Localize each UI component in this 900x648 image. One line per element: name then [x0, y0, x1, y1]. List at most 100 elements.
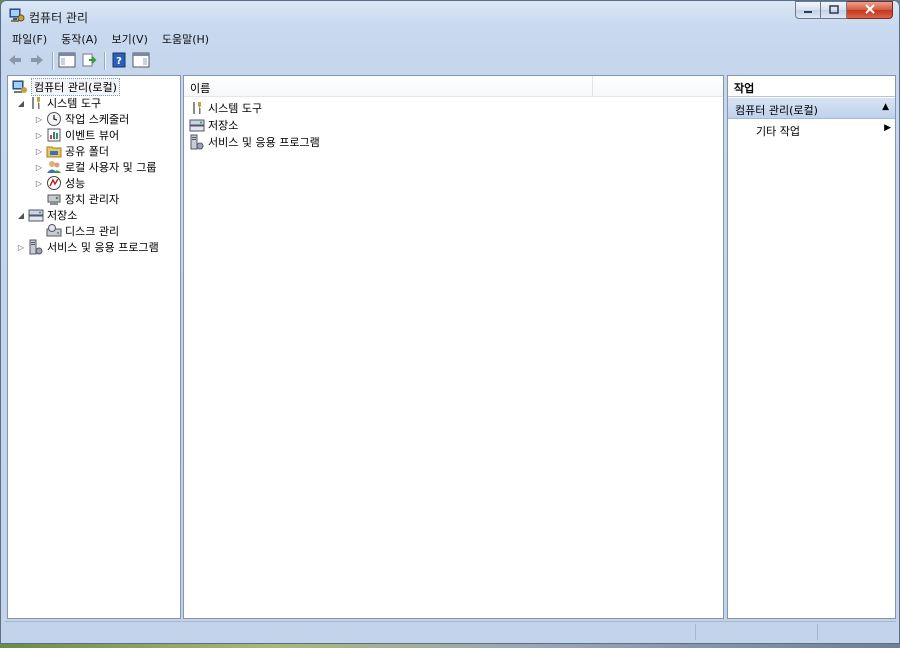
- disk-management-icon: [46, 223, 62, 239]
- tree-item-local-users[interactable]: ▷ 로컬 사용자 및 그룹: [34, 159, 156, 175]
- export-list-icon: [81, 52, 97, 71]
- action-pane-title: 작업: [734, 82, 755, 95]
- help-icon: ?: [112, 52, 126, 71]
- tree-item-task-scheduler[interactable]: ▷ 작업 스케줄러: [34, 111, 129, 127]
- show-hide-action-pane-icon: [132, 52, 150, 71]
- maximize-icon: [828, 4, 839, 17]
- collapsed-triangle-icon[interactable]: ▷: [16, 242, 26, 252]
- collapsed-triangle-icon[interactable]: ▷: [34, 130, 44, 140]
- menu-help[interactable]: 도움말(H): [155, 29, 216, 49]
- collapsed-triangle-icon[interactable]: ▷: [34, 162, 44, 172]
- toolbar: ?: [5, 49, 895, 73]
- status-segment: [695, 624, 816, 640]
- expanded-triangle-icon[interactable]: ◢: [16, 98, 26, 108]
- menu-bar: 파일(F) 동작(A) 보기(V) 도움말(H): [5, 29, 216, 49]
- back-button[interactable]: [5, 51, 25, 71]
- system-tools-icon: [28, 95, 44, 111]
- expanded-triangle-icon[interactable]: ◢: [16, 210, 26, 220]
- action-group-label: 컴퓨터 관리(로컬): [735, 104, 818, 117]
- submenu-arrow-icon: ▶: [884, 123, 891, 133]
- collapse-up-icon[interactable]: ▲: [882, 102, 889, 112]
- toolbar-separator: [52, 52, 54, 70]
- content-area: 컴퓨터 관리(로컬) ◢ 시스템 도구 ▷ 작업 스케줄러 ▷ 이벤트 뷰어 ▷: [7, 75, 896, 619]
- show-hide-console-tree-icon: [58, 52, 76, 71]
- action-group-computer-management[interactable]: 컴퓨터 관리(로컬) ▲: [728, 98, 895, 119]
- tree-label-local-users: 로컬 사용자 및 그룹: [65, 161, 157, 174]
- tree-label-storage: 저장소: [47, 209, 78, 222]
- close-icon: [864, 3, 876, 17]
- column-header-name[interactable]: 이름: [190, 80, 210, 96]
- list-item-label: 저장소: [208, 119, 239, 132]
- title-bar[interactable]: 컴퓨터 관리: [1, 1, 899, 29]
- action-item-label: 기타 작업: [756, 125, 800, 138]
- export-list-button[interactable]: [79, 51, 99, 71]
- column-divider[interactable]: [592, 76, 593, 96]
- tree-label-services-apps: 서비스 및 응용 프로그램: [47, 241, 159, 254]
- tree-item-storage[interactable]: ◢ 저장소: [16, 207, 77, 223]
- storage-icon: [189, 117, 205, 133]
- collapsed-triangle-icon[interactable]: ▷: [34, 146, 44, 156]
- tree-item-performance[interactable]: ▷ 성능: [34, 175, 85, 191]
- tree-item-system-tools[interactable]: ◢ 시스템 도구: [16, 95, 101, 111]
- action-pane: 작업 컴퓨터 관리(로컬) ▲ 기타 작업 ▶: [727, 75, 896, 619]
- performance-icon: [46, 175, 62, 191]
- caption-buttons: [795, 1, 893, 21]
- tree-label-root: 컴퓨터 관리(로컬): [31, 78, 120, 96]
- device-manager-icon: [46, 191, 62, 207]
- tree-item-device-manager[interactable]: 장치 관리자: [46, 191, 119, 207]
- maximize-button[interactable]: [821, 1, 847, 19]
- storage-icon: [28, 207, 44, 223]
- clock-icon: [46, 111, 62, 127]
- list-item-label: 시스템 도구: [208, 102, 263, 115]
- services-apps-icon: [28, 239, 44, 255]
- results-list: 이름 시스템 도구 저장소 서비스 및 응용 프로그램: [183, 75, 724, 619]
- tree-item-root[interactable]: 컴퓨터 관리(로컬): [12, 78, 120, 96]
- tree-item-services-apps[interactable]: ▷ 서비스 및 응용 프로그램: [16, 239, 159, 255]
- list-item[interactable]: 저장소: [189, 117, 238, 133]
- forward-button[interactable]: [27, 51, 47, 71]
- list-header: 이름: [184, 76, 723, 97]
- menu-view[interactable]: 보기(V): [105, 29, 155, 49]
- tree-item-event-viewer[interactable]: ▷ 이벤트 뷰어: [34, 127, 119, 143]
- tree-label-performance: 성능: [65, 177, 86, 190]
- window-title: 컴퓨터 관리: [29, 11, 89, 25]
- tree-label-shared-folders: 공유 폴더: [65, 145, 109, 158]
- status-bar: [5, 621, 896, 642]
- forward-arrow-icon: [29, 53, 45, 70]
- svg-text:?: ?: [116, 56, 122, 67]
- tree-label-system-tools: 시스템 도구: [47, 97, 102, 110]
- tree-label-task-scheduler: 작업 스케줄러: [65, 113, 130, 126]
- action-more-actions[interactable]: 기타 작업 ▶: [756, 122, 895, 138]
- minimize-button[interactable]: [795, 1, 821, 19]
- status-segment: [817, 624, 896, 640]
- tree-label-event-viewer: 이벤트 뷰어: [65, 129, 120, 142]
- tree-label-device-manager: 장치 관리자: [65, 193, 120, 206]
- list-item[interactable]: 시스템 도구: [189, 100, 262, 116]
- back-arrow-icon: [7, 53, 23, 70]
- computer-management-icon: [9, 7, 25, 23]
- tree-item-disk-management[interactable]: 디스크 관리: [46, 223, 119, 239]
- event-viewer-icon: [46, 127, 62, 143]
- list-item-label: 서비스 및 응용 프로그램: [208, 136, 320, 149]
- minimize-icon: [803, 4, 813, 17]
- services-apps-icon: [189, 134, 205, 150]
- action-pane-header: 작업: [728, 76, 895, 97]
- menu-action[interactable]: 동작(A): [54, 29, 104, 49]
- computer-management-window: 컴퓨터 관리 파일(F) 동작(A) 보기(V) 도움말(H) ? 컴퓨터 관리…: [0, 0, 900, 644]
- help-button[interactable]: ?: [109, 51, 129, 71]
- computer-management-icon: [12, 79, 28, 95]
- collapsed-triangle-icon[interactable]: ▷: [34, 114, 44, 124]
- toolbar-separator: [104, 52, 106, 70]
- collapsed-triangle-icon[interactable]: ▷: [34, 178, 44, 188]
- show-hide-console-tree-button[interactable]: [57, 51, 77, 71]
- list-item[interactable]: 서비스 및 응용 프로그램: [189, 134, 320, 150]
- users-group-icon: [46, 159, 62, 175]
- shared-folder-icon: [46, 143, 62, 159]
- console-tree: 컴퓨터 관리(로컬) ◢ 시스템 도구 ▷ 작업 스케줄러 ▷ 이벤트 뷰어 ▷: [7, 75, 181, 619]
- menu-file[interactable]: 파일(F): [5, 29, 54, 49]
- system-tools-icon: [189, 100, 205, 116]
- tree-item-shared-folders[interactable]: ▷ 공유 폴더: [34, 143, 109, 159]
- show-hide-action-pane-button[interactable]: [131, 51, 151, 71]
- close-button[interactable]: [847, 1, 893, 19]
- tree-label-disk-management: 디스크 관리: [65, 225, 120, 238]
